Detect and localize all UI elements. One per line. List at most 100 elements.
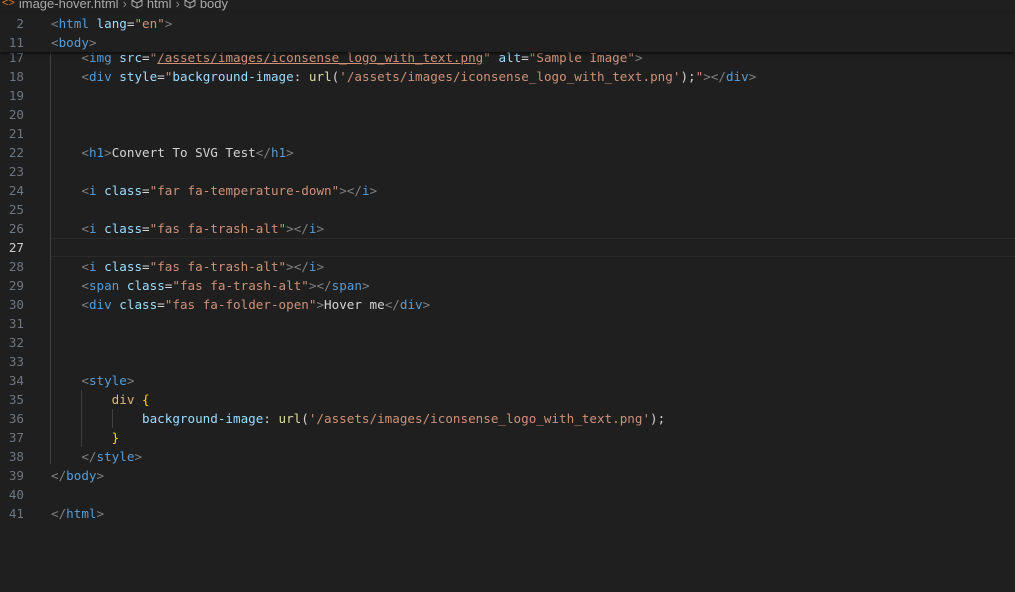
code-text: <i class="far fa-temperature-down"></i> <box>51 181 377 200</box>
code-token: div <box>399 297 423 312</box>
code-line[interactable]: 36 background-image: url('/assets/images… <box>0 409 1015 428</box>
code-token: < <box>81 221 89 236</box>
code-line[interactable]: 32 <box>0 333 1015 352</box>
code-token: "fas fa-trash-alt" <box>149 259 287 274</box>
code-line[interactable]: 2 <html lang="en"> <box>0 14 1015 33</box>
code-token: span <box>331 278 362 293</box>
code-line[interactable]: 25 <box>0 200 1015 219</box>
code-token: = <box>142 50 150 65</box>
line-number: 28 <box>8 259 24 274</box>
code-token: < <box>81 50 89 65</box>
line-number: 11 <box>8 35 24 50</box>
code-token: lang <box>96 16 127 31</box>
code-line[interactable]: 41 </html> <box>0 504 1015 523</box>
code-editor[interactable]: 17 <img src="/assets/images/iconsense_lo… <box>0 0 1015 592</box>
code-line[interactable]: 30 <div class="fas fa-folder-open">Hover… <box>0 295 1015 314</box>
code-token: i <box>88 183 97 198</box>
code-line[interactable]: 27 <box>0 238 1015 257</box>
code-token: div <box>88 69 112 84</box>
code-line[interactable]: 11 <body> <box>0 33 1015 52</box>
code-token: < <box>81 259 89 274</box>
code-token: alt <box>498 50 522 65</box>
code-line[interactable]: 21 <box>0 124 1015 143</box>
code-token: style <box>88 373 127 388</box>
code-token: > <box>361 278 370 293</box>
code-token: url <box>308 69 332 84</box>
code-line[interactable]: 38 </style> <box>0 447 1015 466</box>
code-token: class <box>119 297 158 312</box>
code-line[interactable]: 33 <box>0 352 1015 371</box>
code-line[interactable]: 24 <i class="far fa-temperature-down"></… <box>0 181 1015 200</box>
code-line[interactable]: 18 <div style="background-image: url('/a… <box>0 67 1015 86</box>
line-number: 38 <box>8 449 24 464</box>
code-token: ( <box>301 411 309 426</box>
code-token: < <box>81 69 89 84</box>
code-line[interactable]: 35 div { <box>0 390 1015 409</box>
code-line[interactable]: 39 </body> <box>0 466 1015 485</box>
code-token: > <box>316 297 325 312</box>
code-token: < <box>81 373 89 388</box>
code-token: < <box>81 183 89 198</box>
code-token: i <box>88 221 97 236</box>
code-token: h1 <box>88 145 105 160</box>
code-line[interactable]: 29 <span class="fas fa-trash-alt"></span… <box>0 276 1015 295</box>
code-token: Hover me <box>324 297 385 312</box>
code-token: > <box>286 145 294 160</box>
code-token: > <box>96 506 105 521</box>
code-token: img <box>88 50 112 65</box>
code-line[interactable]: 22 <h1>Convert To SVG Test</h1> <box>0 143 1015 162</box>
code-token: > <box>164 16 173 31</box>
code-token: > <box>316 221 325 236</box>
line-number: 36 <box>8 411 24 426</box>
code-line[interactable]: 26 <i class="fas fa-trash-alt"></i> <box>0 219 1015 238</box>
code-token: body <box>58 35 89 50</box>
line-number: 21 <box>8 126 24 141</box>
code-token: div <box>725 69 749 84</box>
code-token: h1 <box>270 145 287 160</box>
code-line[interactable]: 23 <box>0 162 1015 181</box>
code-token: background-image <box>142 411 264 426</box>
code-token: > <box>634 50 643 65</box>
code-token: class <box>126 278 165 293</box>
code-text: <span class="fas fa-trash-alt"></span> <box>51 276 370 295</box>
code-token: = <box>142 183 150 198</box>
code-token: ); <box>650 411 666 426</box>
line-number: 37 <box>8 430 24 445</box>
code-token: Convert To SVG Test <box>111 145 256 160</box>
line-number: 30 <box>8 297 24 312</box>
code-line[interactable]: 19 <box>0 86 1015 105</box>
code-text: <i class="fas fa-trash-alt"></i> <box>51 219 324 238</box>
code-line[interactable]: 37 } <box>0 428 1015 447</box>
sticky-scroll-header[interactable]: 2 <html lang="en"> 11 <body > <box>0 14 1015 52</box>
code-token: src <box>119 50 143 65</box>
line-number: 33 <box>8 354 24 369</box>
code-token: span <box>88 278 120 293</box>
line-number: 35 <box>8 392 24 407</box>
line-number: 31 <box>8 316 24 331</box>
code-token: < <box>81 145 89 160</box>
line-number: 2 <box>16 16 24 31</box>
line-number: 39 <box>8 468 24 483</box>
code-line[interactable]: 34 <style> <box>0 371 1015 390</box>
line-number: 41 <box>8 506 24 521</box>
code-line[interactable]: 31 <box>0 314 1015 333</box>
code-text: </body> <box>51 466 104 485</box>
code-line[interactable]: 20 <box>0 105 1015 124</box>
code-token: class <box>104 221 143 236</box>
code-token: > <box>134 449 143 464</box>
code-token: < <box>51 35 59 50</box>
code-text: div { <box>51 390 150 409</box>
code-line[interactable]: 40 <box>0 485 1015 504</box>
code-line[interactable]: 28 <i class="fas fa-trash-alt"></i> <box>0 257 1015 276</box>
code-text: <style> <box>51 371 134 390</box>
